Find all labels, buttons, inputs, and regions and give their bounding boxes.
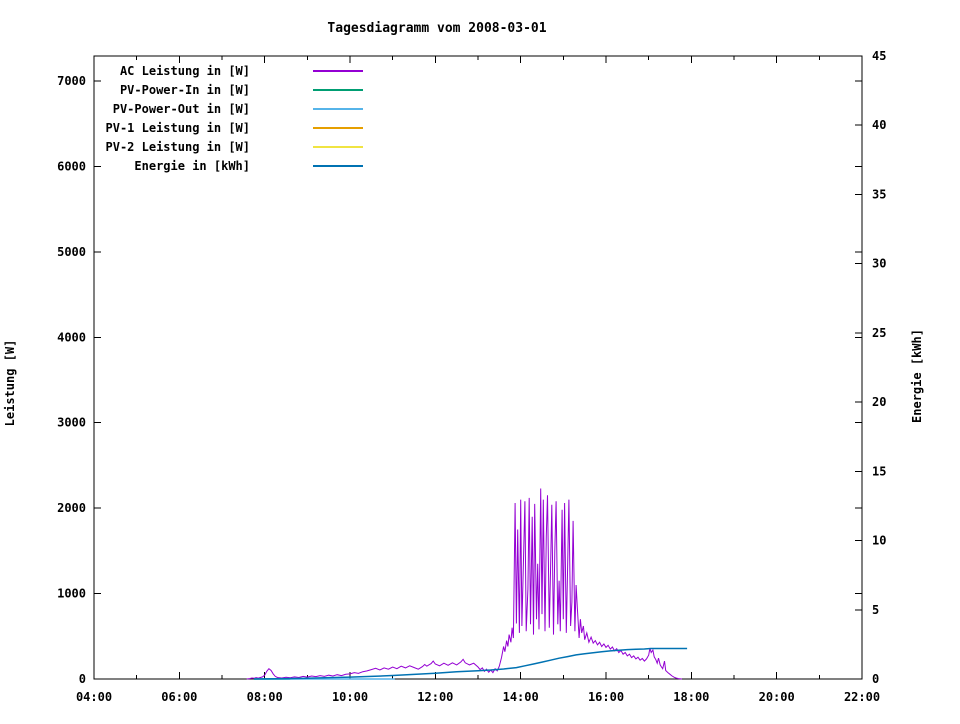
y-left-tick-label: 7000 — [57, 74, 86, 88]
legend-entry: PV-2 Leistung in [W] — [106, 140, 364, 154]
x-tick-label: 20:00 — [759, 690, 795, 704]
plot-canvas: Tagesdiagramm vom 2008-03-01 Leistung [W… — [0, 0, 960, 720]
legend: AC Leistung in [W] PV-Power-In in [W] PV-P… — [106, 64, 364, 173]
legend-entry: Energie in [kWh] — [134, 159, 363, 173]
data-series — [247, 489, 687, 680]
x-tick-label: 10:00 — [332, 690, 368, 704]
y-right-tick-label: 5 — [872, 603, 879, 617]
y-right-tick-label: 10 — [872, 534, 886, 548]
y-left-tick-label: 3000 — [57, 416, 86, 430]
y-right-tick-label: 35 — [872, 187, 886, 201]
x-tick-label: 06:00 — [161, 690, 197, 704]
x-tick-label: 12:00 — [417, 690, 453, 704]
y-axis-right-label: Energie [kWh] — [910, 329, 924, 423]
x-tick-label: 14:00 — [503, 690, 539, 704]
y-left-tick-label: 1000 — [57, 587, 86, 601]
y-right-tick-label: 0 — [872, 672, 879, 686]
legend-entry-label: Energie in [kWh] — [134, 159, 250, 173]
legend-entry: PV-Power-In in [W] — [120, 83, 363, 97]
legend-entry: PV-1 Leistung in [W] — [106, 121, 364, 135]
y-left-tick-label: 5000 — [57, 245, 86, 259]
legend-entry-label: AC Leistung in [W] — [120, 64, 250, 78]
x-tick-label: 18:00 — [673, 690, 709, 704]
y-right-tick-label: 30 — [872, 257, 886, 271]
y-left-tick-label: 6000 — [57, 159, 86, 173]
y-left-tick-label: 2000 — [57, 501, 86, 515]
y-right-tick-label: 15 — [872, 464, 886, 478]
legend-entry: PV-Power-Out in [W] — [113, 102, 363, 116]
legend-entry-label: PV-1 Leistung in [W] — [106, 121, 251, 135]
legend-entry-label: PV-Power-Out in [W] — [113, 102, 250, 116]
legend-entry-label: PV-Power-In in [W] — [120, 83, 250, 97]
y-right-tick-label: 25 — [872, 326, 886, 340]
y-right-tick-label: 40 — [872, 118, 886, 132]
x-tick-label: 22:00 — [844, 690, 880, 704]
y-left-tick-label: 4000 — [57, 330, 86, 344]
y-axis-left-label: Leistung [W] — [3, 340, 17, 427]
x-tick-label: 16:00 — [588, 690, 624, 704]
y-left-tick-label: 0 — [79, 672, 86, 686]
chart: Tagesdiagramm vom 2008-03-01 Leistung [W… — [0, 0, 960, 720]
x-tick-label: 04:00 — [76, 690, 112, 704]
y-right-tick-label: 20 — [872, 395, 886, 409]
legend-entry-label: PV-2 Leistung in [W] — [106, 140, 251, 154]
x-tick-label: 08:00 — [247, 690, 283, 704]
chart-title: Tagesdiagramm vom 2008-03-01 — [327, 21, 546, 36]
legend-entry: AC Leistung in [W] — [120, 64, 363, 78]
y-right-tick-label: 45 — [872, 49, 886, 63]
